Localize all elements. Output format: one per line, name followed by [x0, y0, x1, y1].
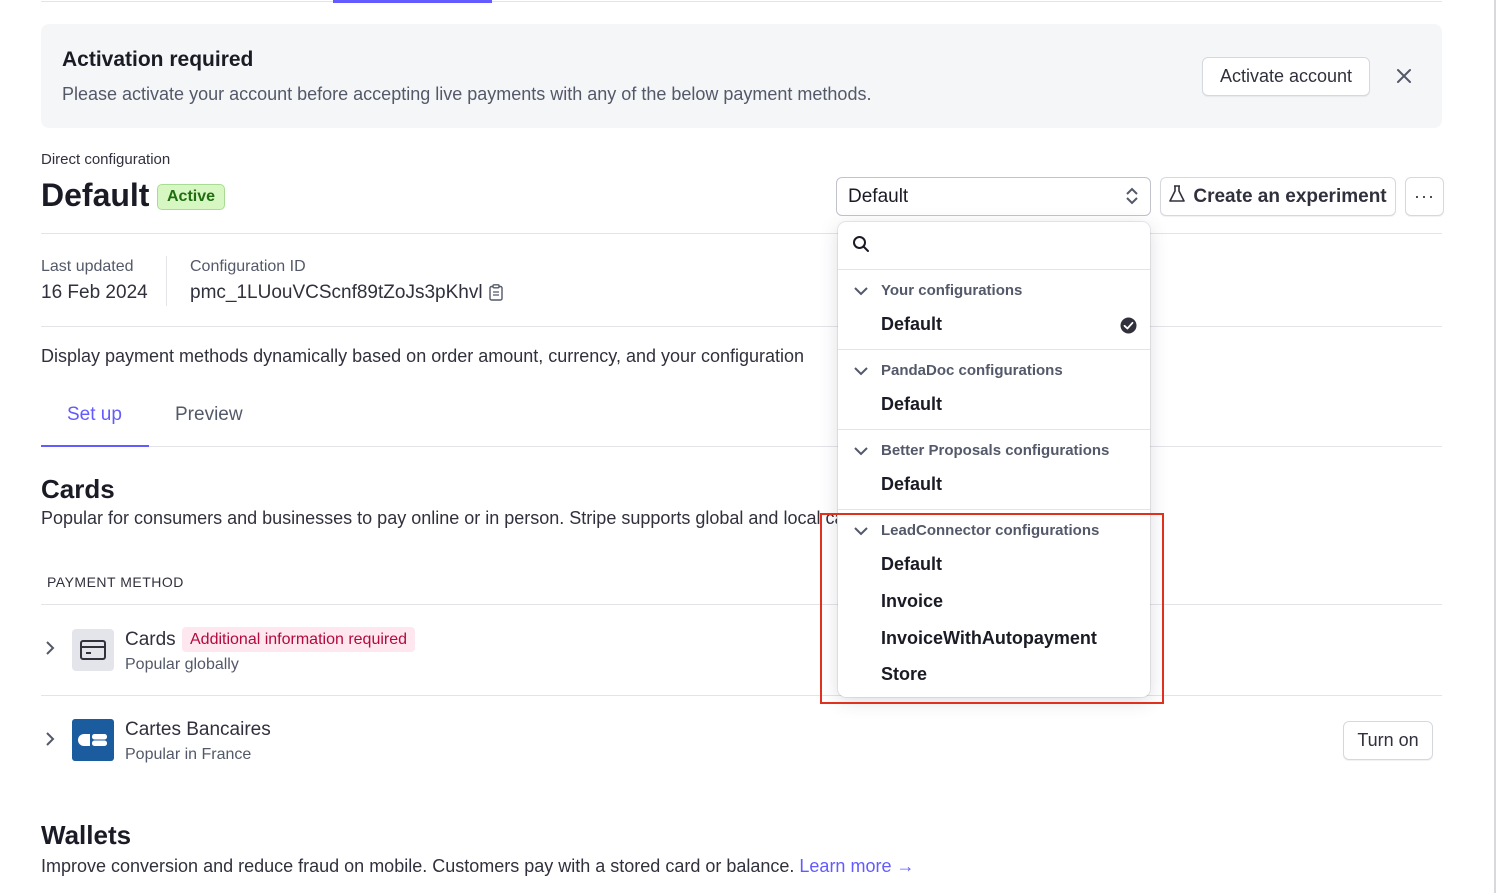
payment-method-name: Cards: [125, 629, 176, 650]
payment-method-column-header: PAYMENT METHOD: [47, 574, 184, 590]
wallets-heading: Wallets: [41, 820, 132, 850]
cartes-bancaires-logo-icon: [72, 719, 114, 761]
credit-card-icon: [72, 629, 114, 671]
additional-info-badge: Additional information required: [182, 627, 416, 652]
configuration-select-value: Default: [848, 186, 909, 207]
banner-title: Activation required: [62, 48, 254, 71]
page-title: Default: [41, 177, 150, 213]
active-tab-indicator: [41, 445, 149, 447]
top-tab-indicator: [333, 0, 492, 3]
dropdown-search-input[interactable]: [878, 230, 1142, 260]
status-badge: Active: [157, 184, 226, 210]
dropdown-item-default[interactable]: Default: [881, 314, 942, 335]
up-down-caret-icon: [1124, 186, 1140, 206]
config-id-value: pmc_1LUouVCScnf89tZoJs3pKhvl: [190, 282, 483, 303]
last-updated-value: 16 Feb 2024: [41, 282, 148, 303]
check-circle-icon: [1120, 317, 1137, 339]
banner-text: Please activate your account before acce…: [62, 84, 872, 104]
tabs-divider: [41, 446, 1442, 447]
payment-method-name: Cartes Bancaires: [125, 719, 271, 740]
tab-set-up[interactable]: Set up: [67, 404, 122, 426]
search-icon: [852, 235, 870, 258]
activate-account-button[interactable]: Activate account: [1202, 57, 1370, 96]
payment-method-subtitle: Popular globally: [125, 656, 239, 673]
group-label-pandadoc: PandaDoc configurations: [881, 362, 1063, 379]
section-label: Direct configuration: [41, 151, 171, 168]
dropdown-separator: [838, 429, 1150, 430]
chevron-down-icon[interactable]: [853, 284, 869, 303]
dropdown-item-default[interactable]: Default: [881, 474, 942, 495]
chevron-down-icon[interactable]: [853, 364, 869, 383]
flask-icon: [1169, 184, 1186, 209]
cards-description: Popular for consumers and businesses to …: [41, 508, 837, 528]
meta-divider: [166, 256, 167, 306]
cards-heading: Cards: [41, 474, 115, 504]
tab-preview[interactable]: Preview: [175, 404, 243, 426]
create-experiment-label: Create an experiment: [1193, 185, 1387, 207]
more-options-button[interactable]: ···: [1405, 177, 1444, 216]
clipboard-icon[interactable]: [489, 284, 503, 306]
chevron-down-icon[interactable]: [853, 444, 869, 463]
create-experiment-button[interactable]: Create an experiment: [1160, 177, 1396, 216]
group-label-better-proposals: Better Proposals configurations: [881, 442, 1110, 459]
wallets-description-text: Improve conversion and reduce fraud on m…: [41, 856, 795, 876]
learn-more-link[interactable]: Learn more →: [799, 856, 914, 876]
dropdown-item-default[interactable]: Default: [881, 394, 942, 415]
configuration-description: Display payment methods dynamically base…: [41, 346, 805, 366]
wallets-description: Improve conversion and reduce fraud on m…: [41, 856, 914, 877]
divider: [41, 604, 1442, 605]
divider: [41, 233, 1442, 234]
close-icon[interactable]: [1392, 64, 1416, 88]
divider: [41, 695, 1442, 696]
dropdown-separator: [838, 349, 1150, 350]
config-id-label: Configuration ID: [190, 258, 306, 275]
dropdown-separator: [838, 269, 1150, 270]
chevron-right-icon[interactable]: [44, 638, 56, 664]
payment-method-subtitle: Popular in France: [125, 746, 252, 763]
top-divider: [41, 1, 1442, 2]
last-updated-label: Last updated: [41, 258, 134, 275]
turn-on-button[interactable]: Turn on: [1343, 721, 1433, 760]
divider: [41, 326, 1442, 327]
highlight-box: [820, 513, 1164, 704]
chevron-right-icon[interactable]: [44, 729, 56, 755]
group-label-your-configurations: Your configurations: [881, 282, 1023, 299]
dropdown-separator: [838, 509, 1150, 510]
